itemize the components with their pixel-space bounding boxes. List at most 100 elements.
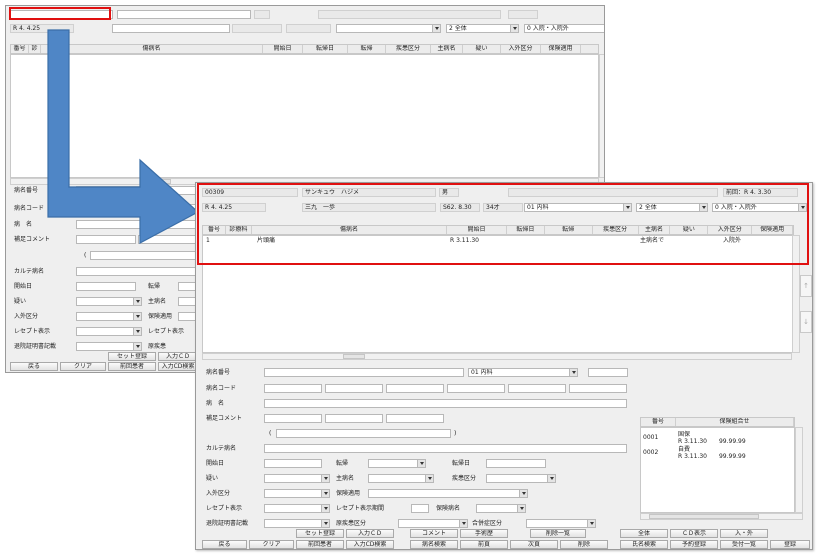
insurance-name-combo[interactable] (476, 504, 526, 513)
disease-code-field[interactable] (447, 384, 505, 393)
input-cd-button[interactable]: 入力ＣＤ (158, 352, 198, 361)
column-header[interactable]: 保険適用 (541, 45, 581, 53)
receipt-period-field[interactable] (411, 504, 429, 513)
supp-text-field[interactable] (276, 429, 451, 438)
disease-code-label: 病名コード (206, 385, 237, 392)
suspect-combo[interactable] (76, 297, 142, 306)
disease-code-field[interactable] (386, 384, 444, 393)
chevron-down-icon (321, 490, 329, 497)
inout-combo[interactable] (264, 489, 330, 498)
insurance-table-body[interactable]: 0001 国保 R 3.11.30 99.99.99 0002 自費 R 3.1… (640, 427, 795, 513)
column-header[interactable]: 疑い (463, 45, 501, 53)
down-arrow-icon[interactable]: ↓ (800, 311, 812, 333)
receipt-label: レセプト表示 (14, 328, 51, 335)
clear-button[interactable]: クリア (60, 362, 106, 371)
disease-code-field[interactable] (325, 384, 383, 393)
patient-kana-field (117, 10, 251, 19)
clear-button[interactable]: クリア (249, 540, 294, 549)
disease-code-field[interactable] (569, 384, 627, 393)
scope-combo[interactable]: 2 全体 (446, 24, 519, 33)
complication-combo[interactable] (526, 519, 596, 528)
highlight-box (9, 7, 111, 20)
start-field[interactable] (76, 282, 136, 291)
disease-no-label: 病名番号 (206, 369, 231, 376)
supp-text-field[interactable] (90, 251, 200, 260)
register-button[interactable]: 登録 (770, 540, 810, 549)
inout-label: 入外区分 (14, 313, 39, 320)
prev-patient-button[interactable]: 前回患者 (108, 362, 156, 371)
dept-combo[interactable] (336, 24, 441, 33)
prev-page-button[interactable]: 前頁 (460, 540, 508, 549)
back-button[interactable]: 戻る (10, 362, 58, 371)
column-header[interactable]: 保険組合せ (676, 418, 794, 426)
discharge-combo[interactable] (264, 519, 330, 528)
comment-button[interactable]: コメント (410, 529, 458, 538)
chevron-down-icon (432, 25, 440, 32)
disease-code-field[interactable] (264, 384, 322, 393)
up-arrow-icon[interactable]: ↑ (800, 275, 812, 297)
chevron-down-icon (133, 343, 141, 350)
source-combo[interactable] (398, 519, 468, 528)
supp-comment-field[interactable] (264, 414, 322, 423)
karte-field[interactable] (76, 267, 196, 276)
input-cd-search-button[interactable]: 入力CD検索 (346, 540, 394, 549)
table-vscroll[interactable] (599, 54, 604, 178)
start-field[interactable] (264, 459, 322, 468)
table-row[interactable]: 0002 自費 R 3.11.30 99.99.99 (641, 446, 794, 460)
input-cd-search-button[interactable]: 入力CD検索 (158, 362, 198, 371)
column-header[interactable]: 主病名 (431, 45, 463, 53)
supp-comment-field[interactable] (386, 414, 444, 423)
insurance-vscroll[interactable] (795, 427, 803, 513)
delete-list-button[interactable]: 削除一覧 (530, 529, 586, 538)
table-row[interactable]: 0001 国保 R 3.11.30 99.99.99 (641, 431, 794, 445)
scroll-thumb[interactable] (649, 514, 759, 519)
main-combo[interactable] (368, 474, 434, 483)
reserve-button[interactable]: 予約登録 (670, 540, 718, 549)
in-out-button[interactable]: 入・外 (720, 529, 768, 538)
reception-list-button[interactable]: 受付一覧 (720, 540, 768, 549)
column-header[interactable]: 転帰日 (303, 45, 348, 53)
insurance-combo[interactable] (368, 489, 528, 498)
dept-field-combo[interactable]: 01 内科 (468, 368, 578, 377)
receipt-combo[interactable] (264, 504, 330, 513)
outcome-date-field[interactable] (486, 459, 546, 468)
column-header[interactable]: 入外区分 (501, 45, 541, 53)
column-header[interactable]: 番号 (641, 418, 676, 426)
inout-combo[interactable] (76, 312, 142, 321)
karte-label: カルテ病名 (206, 445, 237, 452)
discharge-combo[interactable] (76, 342, 142, 351)
chevron-down-icon (425, 475, 433, 482)
history-button[interactable]: 手術歴 (460, 529, 508, 538)
delete-button[interactable]: 削除 (560, 540, 608, 549)
category-combo[interactable] (486, 474, 556, 483)
karte-field[interactable] (264, 444, 627, 453)
suspect-combo[interactable] (264, 474, 330, 483)
disease-no-field[interactable] (264, 368, 464, 377)
scroll-thumb[interactable] (343, 354, 365, 359)
next-page-button[interactable]: 次頁 (510, 540, 558, 549)
column-header[interactable]: 開始日 (263, 45, 303, 53)
receipt-combo[interactable] (76, 327, 142, 336)
chevron-down-icon (517, 505, 525, 512)
cd-display-button[interactable]: ＣＤ表示 (670, 529, 718, 538)
supp-comment-field[interactable] (325, 414, 383, 423)
column-header[interactable]: 番号 (11, 45, 29, 53)
disease-search-button[interactable]: 病名検索 (410, 540, 458, 549)
insurance-hscroll[interactable] (640, 513, 803, 520)
disease-name-field[interactable] (264, 399, 627, 408)
inout-combo[interactable]: 0 入院・入院外 (524, 24, 604, 33)
blank-field[interactable] (588, 368, 628, 377)
column-header[interactable]: 疾患区分 (386, 45, 431, 53)
prev-patient-button[interactable]: 前回患者 (296, 540, 344, 549)
outcome-combo[interactable] (368, 459, 426, 468)
column-header[interactable]: 転帰 (348, 45, 386, 53)
name-search-button[interactable]: 氏名検索 (620, 540, 668, 549)
all-button[interactable]: 全体 (620, 529, 668, 538)
set-register-button[interactable]: セット登録 (108, 352, 156, 361)
table-hscroll[interactable] (202, 353, 792, 360)
disease-code-field[interactable] (508, 384, 566, 393)
age-field (286, 24, 331, 33)
set-register-button[interactable]: セット登録 (296, 529, 344, 538)
input-cd-button[interactable]: 入力ＣＤ (346, 529, 394, 538)
back-button[interactable]: 戻る (202, 540, 247, 549)
